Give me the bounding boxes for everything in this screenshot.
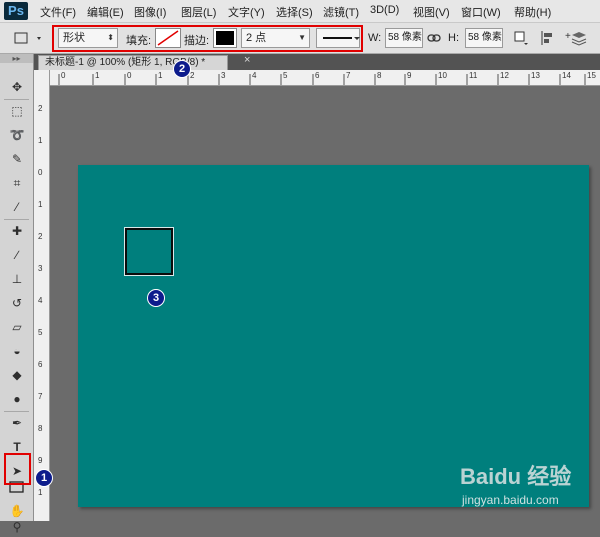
tool-divider [4, 219, 29, 220]
eyedropper-tool-icon[interactable]: ⁄ [6, 197, 28, 217]
tool-divider [4, 99, 29, 100]
photoshop-logo: Ps [4, 2, 28, 20]
ruler-tick-label: 1 [38, 488, 43, 497]
options-highlight-box [52, 25, 363, 52]
brush-tool-icon[interactable]: ∕ [6, 245, 28, 265]
rectangle-shape[interactable] [124, 227, 174, 276]
paint-bucket-tool-icon[interactable]: ◒ [6, 341, 28, 361]
vertical-ruler[interactable]: 2 1 0 1 2 3 4 5 6 7 8 9 1 [34, 70, 50, 521]
zoom-tool-icon[interactable]: ⚲ [6, 517, 28, 537]
svg-text:+: + [565, 31, 571, 42]
menu-bar: Ps 文件(F) 编辑(E) 图像(I) 图层(L) 文字(Y) 选择(S) 滤… [0, 0, 600, 23]
ruler-tick-label: 8 [38, 424, 43, 433]
tool-divider [4, 411, 29, 412]
panel-grip-icon[interactable]: ▸▸ [0, 54, 33, 63]
ruler-tick-label: 1 [38, 136, 43, 145]
options-bar: 形状 ⬍ 填充: 描边: 2 点 ▼ W: 58 像素 H: 58 像素 + [0, 23, 600, 54]
menu-3d[interactable]: 3D(D) [370, 4, 399, 16]
move-tool-icon[interactable]: ✥ [6, 77, 28, 97]
marquee-tool-icon[interactable]: ⬚ [6, 101, 28, 121]
dodge-tool-icon[interactable]: ● [6, 389, 28, 409]
menu-type[interactable]: 文字(Y) [228, 4, 265, 20]
ruler-tick-label: 9 [38, 456, 43, 465]
watermark-brand: Baidu 经验 [460, 464, 572, 489]
width-label: W: [368, 32, 382, 44]
ruler-tick-label: 2 [38, 104, 43, 113]
menu-filter[interactable]: 滤镜(T) [323, 4, 359, 20]
menu-help[interactable]: 帮助(H) [514, 4, 551, 20]
watermark: Baidu 经验 jingyan.baidu.com [460, 459, 590, 514]
healing-brush-tool-icon[interactable]: ✚ [6, 221, 28, 241]
menu-layer[interactable]: 图层(L) [181, 4, 216, 20]
path-arrangement-icon[interactable]: + [565, 29, 587, 47]
document-canvas[interactable] [78, 165, 589, 507]
ruler-tick-label: 3 [38, 264, 43, 273]
tool-preset-picker[interactable] [4, 28, 44, 48]
clone-stamp-tool-icon[interactable]: ⊥ [6, 269, 28, 289]
crop-tool-icon[interactable]: ⌗ [6, 173, 28, 193]
height-label: H: [448, 32, 459, 44]
ruler-tick-label: 1 [38, 200, 43, 209]
blur-tool-icon[interactable]: ◆ [6, 365, 28, 385]
menu-select[interactable]: 选择(S) [276, 4, 313, 20]
horizontal-ruler[interactable]: 0 1 0 1 2 3 4 5 6 7 8 9 10 11 12 13 14 1… [49, 70, 600, 86]
tools-panel: ▸▸ ✥ ⬚ ➰ ✎ ⌗ ⁄ ✚ ∕ ⊥ ↺ ▱ ◒ ◆ ● ✒ T ➤ ✋ ⚲ [0, 54, 34, 534]
history-brush-tool-icon[interactable]: ↺ [6, 293, 28, 313]
menu-image[interactable]: 图像(I) [134, 4, 166, 20]
step-marker-1: 1 [35, 469, 53, 487]
rectangle-tool-highlight-box [4, 453, 31, 485]
ruler-tick-label: 7 [38, 392, 43, 401]
ruler-tick-label: 6 [38, 360, 43, 369]
link-dimensions-icon[interactable] [427, 32, 441, 44]
height-input[interactable]: 58 像素 [465, 28, 503, 48]
lasso-tool-icon[interactable]: ➰ [6, 125, 28, 145]
watermark-site: jingyan.baidu.com [462, 493, 559, 507]
close-tab-icon[interactable]: × [244, 54, 250, 66]
width-input[interactable]: 58 像素 [385, 28, 423, 48]
menu-file[interactable]: 文件(F) [40, 4, 76, 20]
ruler-tick-label: 4 [38, 296, 43, 305]
path-operations-icon[interactable] [512, 29, 530, 47]
ruler-tick-label: 5 [38, 328, 43, 337]
path-alignment-icon[interactable] [539, 29, 557, 47]
menu-view[interactable]: 视图(V) [413, 4, 450, 20]
ruler-tick-label: 2 [38, 232, 43, 241]
document-tab-strip: 未标题-1 @ 100% (矩形 1, RGB/8) * × [34, 54, 600, 70]
ruler-tick-label: 0 [38, 168, 43, 177]
menu-edit[interactable]: 编辑(E) [87, 4, 124, 20]
eraser-tool-icon[interactable]: ▱ [6, 317, 28, 337]
quick-select-tool-icon[interactable]: ✎ [6, 149, 28, 169]
ruler-ticks [58, 74, 586, 85]
rectangle-preset-icon [14, 32, 41, 44]
document-tab[interactable]: 未标题-1 @ 100% (矩形 1, RGB/8) * [38, 55, 228, 70]
step-marker-2: 2 [173, 60, 191, 78]
pen-tool-icon[interactable]: ✒ [6, 413, 28, 433]
menu-window[interactable]: 窗口(W) [461, 4, 501, 20]
step-marker-3: 3 [147, 289, 165, 307]
